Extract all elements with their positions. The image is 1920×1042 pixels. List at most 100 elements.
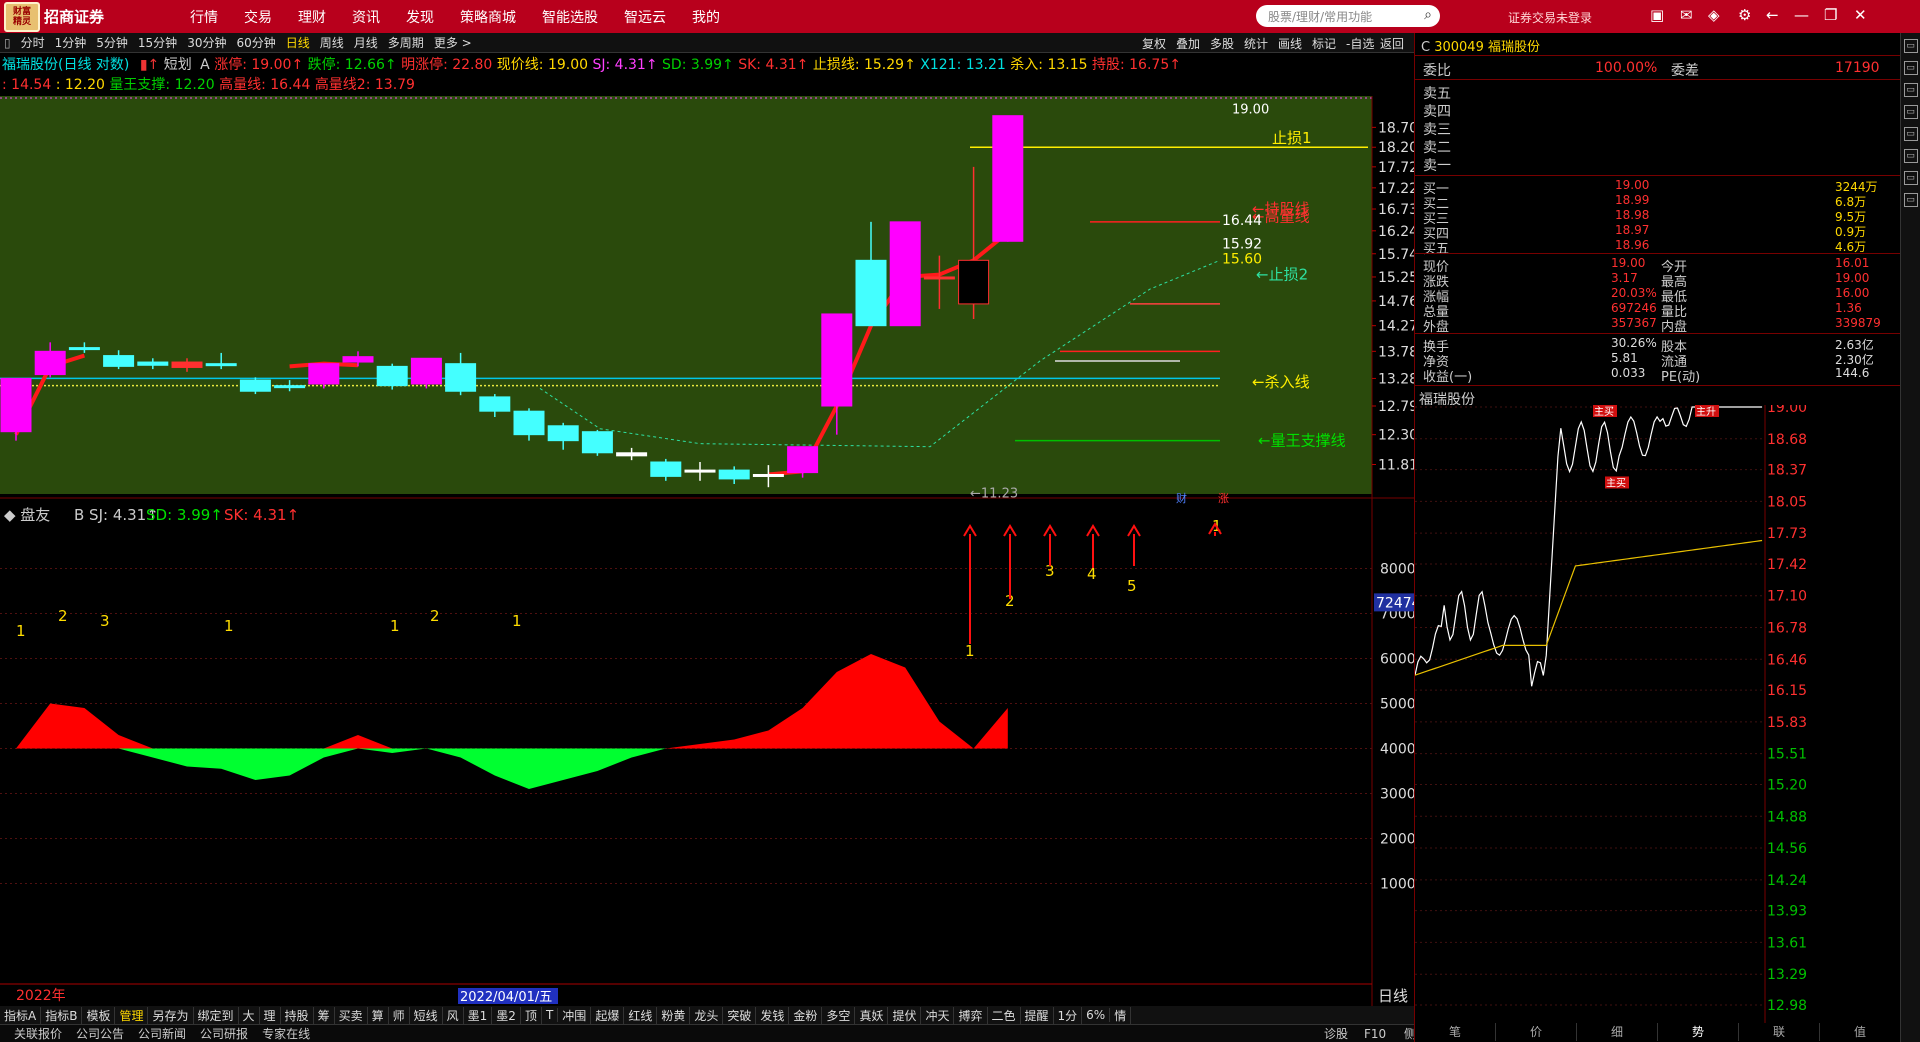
- search-input[interactable]: 股票/理财/常用功能 ⌕: [1256, 5, 1440, 27]
- status-link-0[interactable]: 关联报价: [14, 1025, 62, 1042]
- period-3[interactable]: 15分钟: [138, 34, 177, 51]
- period-9[interactable]: 多周期: [388, 34, 424, 51]
- top-menu-item-3[interactable]: 资讯: [352, 7, 380, 27]
- back-icon[interactable]: ←: [1766, 6, 1779, 24]
- close-icon[interactable]: ✕: [1854, 6, 1867, 24]
- indicator-tab-14[interactable]: 风: [443, 1006, 464, 1024]
- sidebar-icon-7[interactable]: ▭: [1903, 171, 1918, 185]
- candle[interactable]: [410, 357, 442, 389]
- indicator-tab-9[interactable]: 筹: [314, 1006, 335, 1024]
- indicator-tab-4[interactable]: 另存为: [148, 1006, 194, 1024]
- toolbar-right-0[interactable]: 复权: [1142, 35, 1166, 52]
- panel-toggle-icon[interactable]: ▯: [4, 36, 11, 50]
- period-0[interactable]: 分时: [21, 34, 45, 51]
- indicator-tab-19[interactable]: 冲围: [558, 1006, 592, 1024]
- sidebar-icon-4[interactable]: ▭: [1903, 105, 1918, 119]
- indicator-tab-27[interactable]: 多空: [822, 1006, 856, 1024]
- toolbar-right-2[interactable]: 多股: [1210, 35, 1234, 52]
- indicator-tab-21[interactable]: 红线: [624, 1006, 658, 1024]
- indicator-tab-11[interactable]: 算: [368, 1006, 389, 1024]
- period-8[interactable]: 月线: [354, 34, 378, 51]
- intraday-tab-4[interactable]: 联: [1739, 1023, 1820, 1041]
- indicator-tab-25[interactable]: 发钱: [756, 1006, 790, 1024]
- indicator-tab-26[interactable]: 金粉: [789, 1006, 823, 1024]
- indicator-tab-16[interactable]: 墨2: [492, 1006, 521, 1024]
- toolbar-right-3[interactable]: 统计: [1244, 35, 1268, 52]
- indicator-tab-0[interactable]: 指标A: [0, 1006, 42, 1024]
- style-tag[interactable]: 短划: [164, 57, 192, 73]
- indicator-tab-12[interactable]: 师: [389, 1006, 410, 1024]
- indicator-tab-18[interactable]: T: [542, 1008, 559, 1022]
- indicator-tab-10[interactable]: 买卖: [335, 1006, 368, 1024]
- indicator-tab-34[interactable]: 1分: [1054, 1006, 1083, 1024]
- top-menu-item-8[interactable]: 我的: [692, 7, 720, 27]
- toolbar-right-4[interactable]: 画线: [1278, 35, 1302, 52]
- indicator-tab-3[interactable]: 管理: [115, 1006, 149, 1024]
- indicator-tab-2[interactable]: 模板: [82, 1006, 116, 1024]
- status-link-4[interactable]: 专家在线: [262, 1025, 310, 1042]
- sidebar-icon-2[interactable]: ▭: [1903, 61, 1918, 75]
- indicator-tab-36[interactable]: 情: [1110, 1006, 1132, 1024]
- intraday-tab-3[interactable]: 势: [1658, 1023, 1739, 1041]
- indicator-tab-5[interactable]: 绑定到: [194, 1006, 239, 1024]
- indicator-tab-24[interactable]: 突破: [723, 1006, 757, 1024]
- intraday-tab-0[interactable]: 笔: [1415, 1023, 1496, 1041]
- intraday-chart[interactable]: 19.00 18.68 18.37 18.05 17.73 17.42 17.10 16.78…: [1415, 405, 1901, 1023]
- search-icon[interactable]: ⌕: [1424, 7, 1432, 23]
- candle[interactable]: [787, 446, 819, 478]
- indicator-tab-8[interactable]: 持股: [281, 1006, 314, 1024]
- period-6[interactable]: 日线: [286, 34, 310, 51]
- status-right-0[interactable]: 诊股: [1324, 1025, 1348, 1042]
- indicator-tab-32[interactable]: 二色: [988, 1006, 1021, 1024]
- period-5[interactable]: 60分钟: [236, 34, 275, 51]
- toolbar-right-1[interactable]: 叠加: [1176, 35, 1200, 52]
- intraday-tab-2[interactable]: 细: [1577, 1023, 1658, 1041]
- indicator-tab-17[interactable]: 顶: [521, 1006, 542, 1024]
- candle[interactable]: [581, 429, 613, 456]
- indicator-tab-31[interactable]: 搏弈: [954, 1006, 988, 1024]
- status-link-1[interactable]: 公司公告: [76, 1025, 124, 1042]
- indicator-tab-35[interactable]: 6%: [1082, 1008, 1111, 1022]
- indicator-tab-28[interactable]: 真妖: [855, 1006, 889, 1024]
- candle[interactable]: [992, 115, 1024, 242]
- sidebar-icon-3[interactable]: ▭: [1903, 83, 1918, 97]
- indicator-tab-29[interactable]: 提伏: [888, 1006, 922, 1024]
- alert-icon[interactable]: ▮↑: [140, 57, 159, 73]
- indicator-tab-33[interactable]: 提醒: [1021, 1006, 1054, 1024]
- login-status[interactable]: 证券交易未登录: [1508, 9, 1592, 26]
- toolbar-right-7[interactable]: 返回: [1380, 35, 1404, 52]
- candle[interactable]: [0, 377, 32, 441]
- period-2[interactable]: 5分钟: [96, 34, 128, 51]
- settings-icon[interactable]: ⚙: [1738, 6, 1751, 24]
- top-menu-item-6[interactable]: 智能选股: [542, 7, 598, 27]
- sidebar-icon-1[interactable]: ▭: [1903, 39, 1918, 53]
- intraday-tab-1[interactable]: 价: [1496, 1023, 1577, 1041]
- candle[interactable]: [889, 221, 921, 327]
- restore-icon[interactable]: ❐: [1824, 6, 1837, 24]
- indicator-tab-23[interactable]: 龙头: [690, 1006, 724, 1024]
- period-1[interactable]: 1分钟: [55, 34, 87, 51]
- intraday-tab-5[interactable]: 值: [1820, 1023, 1901, 1041]
- candle[interactable]: [376, 363, 408, 390]
- period-7[interactable]: 周线: [320, 34, 344, 51]
- top-menu-item-0[interactable]: 行情: [190, 7, 218, 27]
- status-link-3[interactable]: 公司研报: [200, 1025, 248, 1042]
- top-menu-item-5[interactable]: 策略商城: [460, 7, 516, 27]
- indicator-tab-30[interactable]: 冲天: [921, 1006, 955, 1024]
- kline-chart[interactable]: 18.70 18.20 17.72 17.22 16.73 16.24 15.74 15.25…: [0, 96, 1414, 1028]
- cube-icon[interactable]: ◈: [1708, 6, 1720, 24]
- sidebar-icon-8[interactable]: ▭: [1903, 193, 1918, 207]
- sidebar-icon-6[interactable]: ▭: [1903, 149, 1918, 163]
- toolbar-right-6[interactable]: -自选: [1346, 35, 1374, 52]
- candle[interactable]: [239, 377, 271, 395]
- period-10[interactable]: 更多 >: [434, 34, 472, 51]
- message-icon[interactable]: ✉: [1680, 6, 1693, 24]
- top-menu-item-4[interactable]: 发现: [406, 7, 434, 27]
- indicator-tab-13[interactable]: 短线: [410, 1006, 443, 1024]
- top-menu-item-1[interactable]: 交易: [244, 7, 272, 27]
- period-4[interactable]: 30分钟: [187, 34, 226, 51]
- indicator-tab-6[interactable]: 大: [239, 1006, 260, 1024]
- indicator-tab-7[interactable]: 理: [260, 1006, 281, 1024]
- top-menu-item-7[interactable]: 智远云: [624, 7, 666, 27]
- top-menu-item-2[interactable]: 理财: [298, 7, 326, 27]
